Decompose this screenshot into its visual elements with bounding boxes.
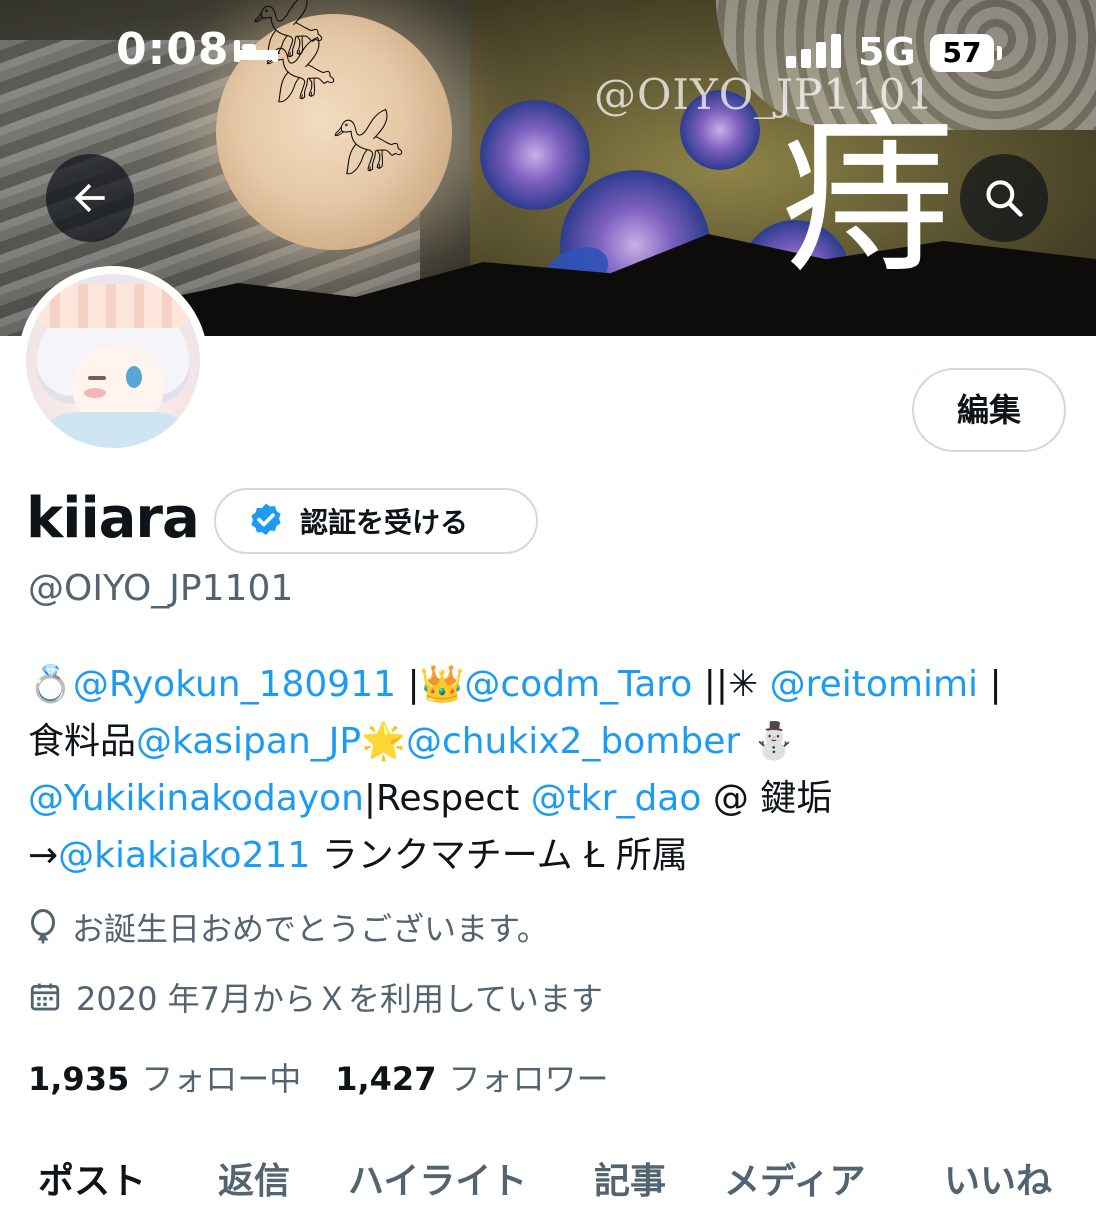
bio-mention-link[interactable]: @tkr_dao	[531, 778, 702, 819]
bio-text: ⛄	[740, 721, 797, 762]
bio-text: 🌟	[361, 721, 406, 762]
following-label: フォロー中	[141, 1060, 302, 1098]
bio-line: @Yukikinakodayon|Respect @tkr_dao @ 鍵垢	[28, 770, 1068, 827]
profile-bio: 💍@Ryokun_180911 |👑@codm_Taro ||✳ @reitom…	[28, 656, 1068, 884]
search-button[interactable]	[960, 154, 1048, 242]
network-type: 5G	[858, 30, 916, 74]
verified-badge-icon	[251, 503, 281, 536]
bio-text: @ 鍵垢	[701, 778, 833, 819]
tab-articles[interactable]: 記事	[594, 1152, 666, 1204]
sleep-focus-icon	[234, 40, 278, 62]
birthday-text: お誕生日おめでとうございます。	[72, 910, 549, 948]
get-verified-label: 認証を受ける	[300, 506, 469, 539]
joined-row: 2020 年7月からＸを利用しています	[28, 974, 603, 1020]
tab-media[interactable]: メディア	[724, 1152, 865, 1204]
avatar[interactable]	[18, 266, 208, 456]
banner-watermark-kanji: 痔	[780, 93, 957, 298]
avatar-image	[26, 274, 200, 448]
following-count: 1,935	[28, 1060, 130, 1098]
following-link[interactable]: 1,935 フォロー中	[28, 1054, 301, 1100]
back-button[interactable]	[46, 154, 134, 242]
bio-mention-link[interactable]: @Ryokun_180911	[73, 664, 396, 705]
bio-mention-link[interactable]: @codm_Taro	[464, 664, 692, 705]
bio-mention-link[interactable]: @Yukikinakodayon	[28, 778, 364, 819]
calendar-icon	[30, 983, 60, 1011]
bio-text: →	[28, 835, 59, 876]
bio-line: 💍@Ryokun_180911 |👑@codm_Taro ||✳ @reitom…	[28, 656, 1068, 713]
balloon-icon	[31, 909, 55, 944]
battery-icon: 57	[930, 34, 1002, 72]
bio-mention-link[interactable]: @reitomimi	[770, 664, 978, 705]
tab-highlights[interactable]: ハイライト	[348, 1152, 527, 1204]
followers-count: 1,427	[335, 1060, 437, 1098]
bio-text: |👑	[396, 664, 465, 705]
bio-mention-link[interactable]: @kiakiako211	[58, 835, 310, 876]
bio-mention-link[interactable]: @chukix2_bomber	[406, 721, 740, 762]
banner-flower	[480, 100, 590, 210]
display-name: kiiara	[26, 486, 200, 551]
birthday-row: お誕生日おめでとうございます。	[28, 904, 549, 950]
user-handle: @OIYO_JP1101	[28, 568, 294, 609]
bio-text: 💍	[28, 664, 73, 705]
status-time: 0:08	[116, 24, 230, 75]
get-verified-button[interactable]: 認証を受ける	[214, 488, 538, 554]
bio-text: ランクマチーム Ł 所属	[310, 835, 688, 876]
bio-text: ||✳	[692, 664, 770, 705]
joined-text: 2020 年7月からＸを利用しています	[76, 980, 604, 1018]
arrow-left-icon	[74, 183, 105, 213]
bio-mention-link[interactable]: @kasipan_JP	[136, 721, 361, 762]
tab-replies[interactable]: 返信	[218, 1152, 290, 1204]
bio-text: |	[978, 664, 1002, 705]
bio-line: 食料品@kasipan_JP🌟@chukix2_bomber ⛄	[28, 713, 1068, 770]
edit-profile-button[interactable]: 編集	[912, 368, 1066, 452]
tab-posts[interactable]: ポスト	[38, 1152, 146, 1204]
bio-text: 食料品	[28, 721, 137, 762]
bio-line: →@kiakiako211 ランクマチーム Ł 所属	[28, 827, 1068, 884]
followers-link[interactable]: 1,427 フォロワー	[335, 1054, 608, 1100]
follow-stats: 1,935 フォロー中 1,427 フォロワー	[28, 1054, 608, 1100]
profile-tabs: ポスト 返信 ハイライト 記事 メディア いいね	[0, 1152, 1096, 1212]
bio-text: |Respect	[363, 778, 531, 819]
crane-icon: 𓅮	[330, 112, 410, 189]
search-icon	[986, 180, 1023, 217]
cellular-signal-icon	[786, 34, 841, 68]
followers-label: フォロワー	[448, 1060, 609, 1098]
tab-likes[interactable]: いいね	[944, 1152, 1052, 1204]
